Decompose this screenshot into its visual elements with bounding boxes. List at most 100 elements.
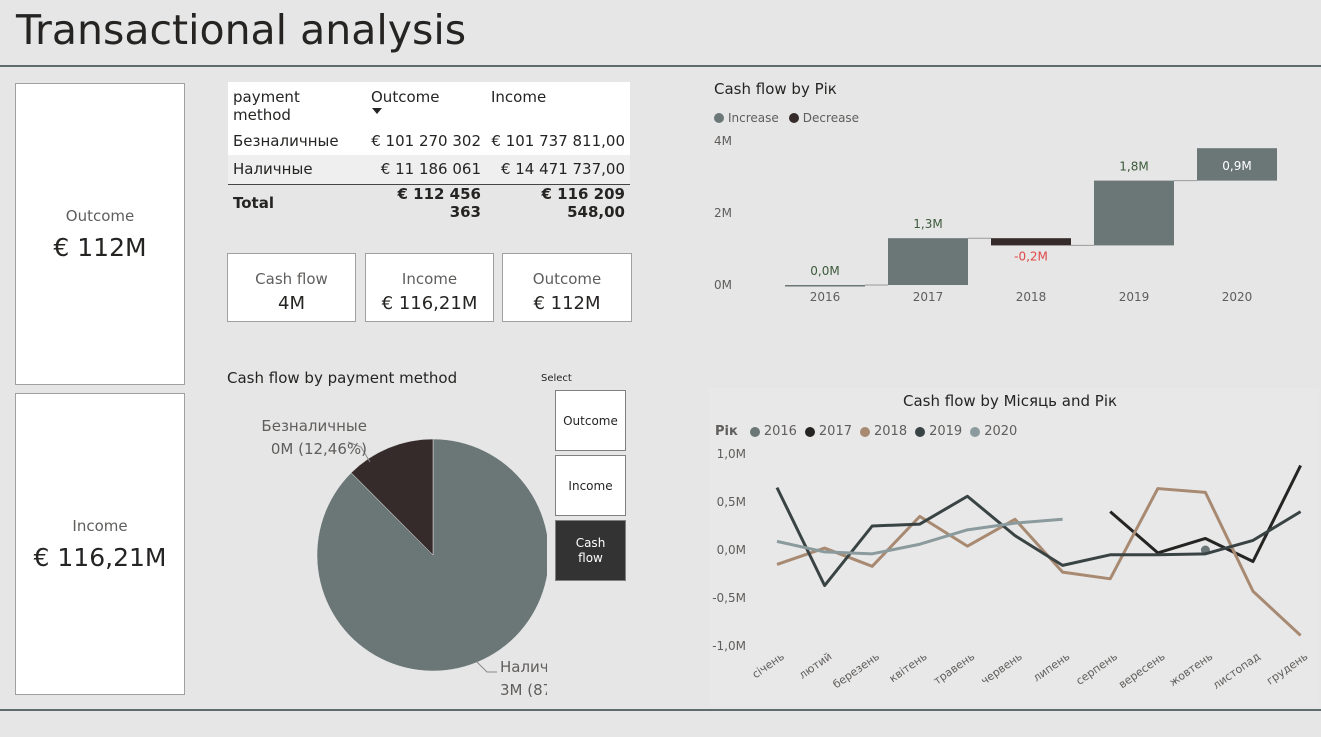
- x-tick-label: жовтень: [1167, 650, 1215, 689]
- outcome-kpi-label: Outcome: [532, 270, 602, 288]
- waterfall-chart-title: Cash flow by Рік: [714, 80, 837, 98]
- income-kpi-card[interactable]: Income € 116,21M: [365, 253, 494, 322]
- legend-decrease-label: Decrease: [802, 111, 860, 125]
- data-label: 1,3M: [913, 217, 942, 231]
- data-label: 0,9M: [1222, 159, 1251, 173]
- legend-increase-label: Increase: [728, 111, 779, 125]
- table-cell: € 101 270 302: [371, 131, 481, 150]
- x-tick-label: червень: [979, 650, 1025, 688]
- y-tick-label: -1,0M: [712, 639, 746, 653]
- footer-divider: [0, 709, 1321, 711]
- x-tick-label: серпень: [1074, 650, 1120, 688]
- income-kpi-value: € 116,21M: [381, 293, 478, 314]
- column-header-income[interactable]: Income: [486, 82, 630, 126]
- cashflow-kpi-label: Cash flow: [255, 270, 328, 288]
- x-tick-label: липень: [1031, 650, 1073, 685]
- x-tick-label: 2019: [1119, 290, 1150, 304]
- line-chart-title: Cash flow by Місяць and Рік: [903, 392, 1118, 410]
- slicer-option-cashflow[interactable]: Cash flow: [555, 520, 626, 581]
- table-cell: Total: [228, 183, 366, 221]
- series-line: [776, 487, 1302, 637]
- table-cell: € 112 456 363: [366, 183, 486, 221]
- decrease-legend-marker: [788, 113, 799, 123]
- x-tick-label: вересень: [1116, 650, 1167, 691]
- pie-label-name: Безналичные: [261, 417, 367, 435]
- x-tick-label: листопад: [1210, 650, 1263, 692]
- y-tick-label: -0,5M: [712, 591, 746, 605]
- payment-method-table: payment method Outcome Income Безналичны…: [228, 82, 630, 221]
- pie-leader-line: [476, 661, 497, 673]
- pie-label-value: 3M (87,54%): [500, 681, 547, 699]
- table-cell: € 116 209 548,00: [486, 183, 630, 221]
- income-card-value: € 116,21M: [33, 543, 167, 572]
- table-cell: € 101 737 811,00: [491, 131, 625, 150]
- legend-marker: [970, 426, 981, 437]
- x-tick-label: 2020: [1222, 290, 1253, 304]
- x-tick-label: січень: [750, 650, 787, 681]
- y-tick-label: 0,5M: [717, 495, 746, 509]
- column-header-payment-method[interactable]: payment method: [228, 82, 366, 126]
- legend-series-label: 2019: [929, 424, 963, 439]
- pie-label-name: Наличные: [500, 658, 547, 676]
- legend-series-label: 2018: [874, 424, 908, 439]
- x-tick-label: 2017: [913, 290, 944, 304]
- x-tick-label: квітень: [887, 650, 930, 685]
- waterfall-bar: [1094, 180, 1174, 246]
- pie-chart: Безналичные 0M (12,46%) Наличные 3M (87,54%…: [261, 417, 547, 699]
- table-total-row: Total € 112 456 363 € 116 209 548,00: [228, 183, 630, 221]
- legend-marker: [860, 426, 870, 437]
- y-tick-label: 4M: [714, 134, 732, 148]
- x-tick-label: 2016: [810, 290, 841, 304]
- income-card[interactable]: Income € 116,21M: [15, 393, 185, 695]
- legend-series-label: 2017: [818, 424, 852, 439]
- data-label: -0,2M: [1014, 249, 1048, 263]
- cashflow-kpi-value: 4M: [278, 293, 305, 314]
- legend-marker: [749, 426, 760, 437]
- legend-series-label: 2020: [984, 424, 1018, 439]
- legend-marker: [804, 426, 815, 437]
- line-chart-legend: Рік 2016 2017 2018 2019 2020: [715, 424, 1017, 439]
- table-cell: € 14 471 737,00: [486, 155, 630, 184]
- pie-label-value: 0M (12,46%): [271, 440, 367, 458]
- x-tick-label: 2018: [1016, 290, 1047, 304]
- slicer-title: Select: [541, 373, 572, 384]
- column-header-outcome-label: Outcome: [371, 88, 440, 106]
- waterfall-bar: [888, 238, 968, 285]
- income-card-label: Income: [72, 517, 128, 535]
- line-chart: 1,0M 0,5M 0,0M -0,5M -1,0M січень лютийберезен…: [712, 447, 1310, 692]
- outcome-card[interactable]: Outcome € 112M: [15, 83, 185, 385]
- waterfall-bar: [785, 285, 865, 287]
- legend-marker: [915, 426, 926, 437]
- pie-chart-title: Cash flow by payment method: [227, 369, 458, 387]
- cashflow-kpi-card[interactable]: Cash flow 4M: [227, 253, 356, 322]
- x-tick-label: березень: [831, 650, 882, 691]
- table-cell: Безналичные: [233, 131, 339, 150]
- data-label: 0,0M: [810, 264, 839, 278]
- y-tick-label: 2M: [714, 206, 732, 220]
- x-tick-label: травень: [931, 650, 977, 688]
- slicer-option-outcome[interactable]: Outcome: [555, 390, 626, 451]
- outcome-card-value: € 112M: [53, 233, 147, 262]
- page-title: Transactional analysis: [16, 6, 467, 54]
- table-row[interactable]: Безналичные € 101 270 302 € 101 737 811,…: [228, 126, 630, 155]
- table-row[interactable]: Наличные € 11 186 061 € 14 471 737,00: [228, 155, 630, 184]
- data-label: 1,8M: [1119, 160, 1148, 174]
- waterfall-legend: Increase Decrease: [714, 111, 859, 125]
- waterfall-chart: 0M 2M 4M 0,0M 2016 1,3M 2017 -0,2M 2018 1,8M 2019 0…: [714, 134, 1277, 304]
- income-kpi-label: Income: [401, 270, 458, 288]
- waterfall-bar: [991, 238, 1071, 246]
- table-cell: € 11 186 061: [366, 155, 486, 184]
- table-cell: Наличные: [228, 155, 366, 184]
- y-tick-label: 0M: [714, 278, 732, 292]
- series-line: [775, 486, 1302, 588]
- outcome-kpi-card[interactable]: Outcome € 112M: [502, 253, 632, 322]
- slicer-option-income[interactable]: Income: [555, 455, 626, 516]
- outcome-kpi-value: € 112M: [533, 293, 601, 314]
- slicer-option-cashflow-label: Cash flow: [575, 535, 606, 565]
- y-tick-label: 1,0M: [717, 447, 746, 461]
- column-header-outcome[interactable]: Outcome: [366, 82, 486, 126]
- header-divider: [0, 65, 1321, 67]
- outcome-card-label: Outcome: [65, 207, 135, 225]
- x-tick-label: грудень: [1264, 650, 1310, 688]
- x-tick-label: лютий: [797, 650, 835, 682]
